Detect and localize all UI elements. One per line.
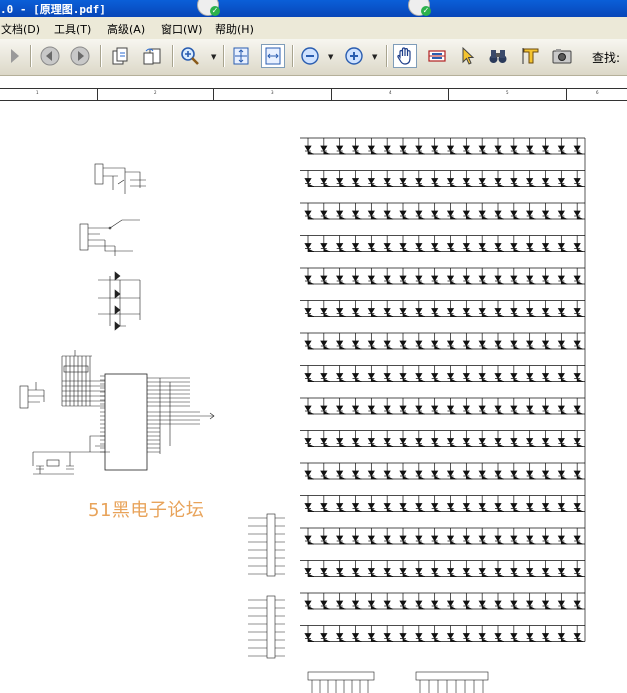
find-binoculars-icon[interactable] <box>486 44 510 68</box>
menu-help[interactable]: 帮助(H) <box>215 21 254 37</box>
select-text-icon[interactable] <box>425 44 449 68</box>
document-view[interactable]: 1 2 3 4 5 6 51黑电子论坛 <box>0 76 627 693</box>
zoom-dropdown-icon[interactable]: ▼ <box>211 53 216 61</box>
menu-window[interactable]: 窗口(W) <box>161 21 202 37</box>
paste-pages-icon[interactable] <box>140 44 164 68</box>
menu-bar: 文档(D) 工具(T) 高级(A) 窗口(W) 帮助(H) <box>0 17 627 39</box>
status-check-icon: ✓ <box>408 0 431 16</box>
menu-advanced[interactable]: 高级(A) <box>107 21 145 37</box>
zoom-plus-dropdown-icon[interactable]: ▼ <box>372 53 377 61</box>
title-bar: .0 - [原理图.pdf] ✓ ✓ <box>0 0 627 17</box>
zoom-plus-icon[interactable] <box>342 44 366 68</box>
hand-tool-icon[interactable] <box>393 44 417 68</box>
fit-page-icon[interactable] <box>229 44 253 68</box>
menu-document[interactable]: 文档(D) <box>1 21 40 37</box>
window-title: .0 - [原理图.pdf] <box>0 3 106 16</box>
status-check-icon: ✓ <box>197 0 220 16</box>
fit-width-icon[interactable] <box>261 44 285 68</box>
pointer-icon[interactable] <box>455 44 479 68</box>
toolbar: ▼ ▼ ▼ 查找: <box>0 39 627 76</box>
copy-pages-icon[interactable] <box>108 44 132 68</box>
schematic-drawing <box>19 137 586 693</box>
zoom-in-icon[interactable] <box>178 44 202 68</box>
back-icon[interactable] <box>38 44 62 68</box>
menu-tools[interactable]: 工具(T) <box>54 21 91 37</box>
forward-icon[interactable] <box>68 44 92 68</box>
find-label: 查找: <box>592 51 621 65</box>
zoom-out-dropdown-icon[interactable]: ▼ <box>328 53 333 61</box>
zoom-out-icon[interactable] <box>298 44 322 68</box>
text-tool-icon[interactable] <box>519 44 543 68</box>
watermark-text: 51黑电子论坛 <box>88 500 205 521</box>
snapshot-camera-icon[interactable] <box>550 44 574 68</box>
play-icon[interactable] <box>2 44 26 68</box>
